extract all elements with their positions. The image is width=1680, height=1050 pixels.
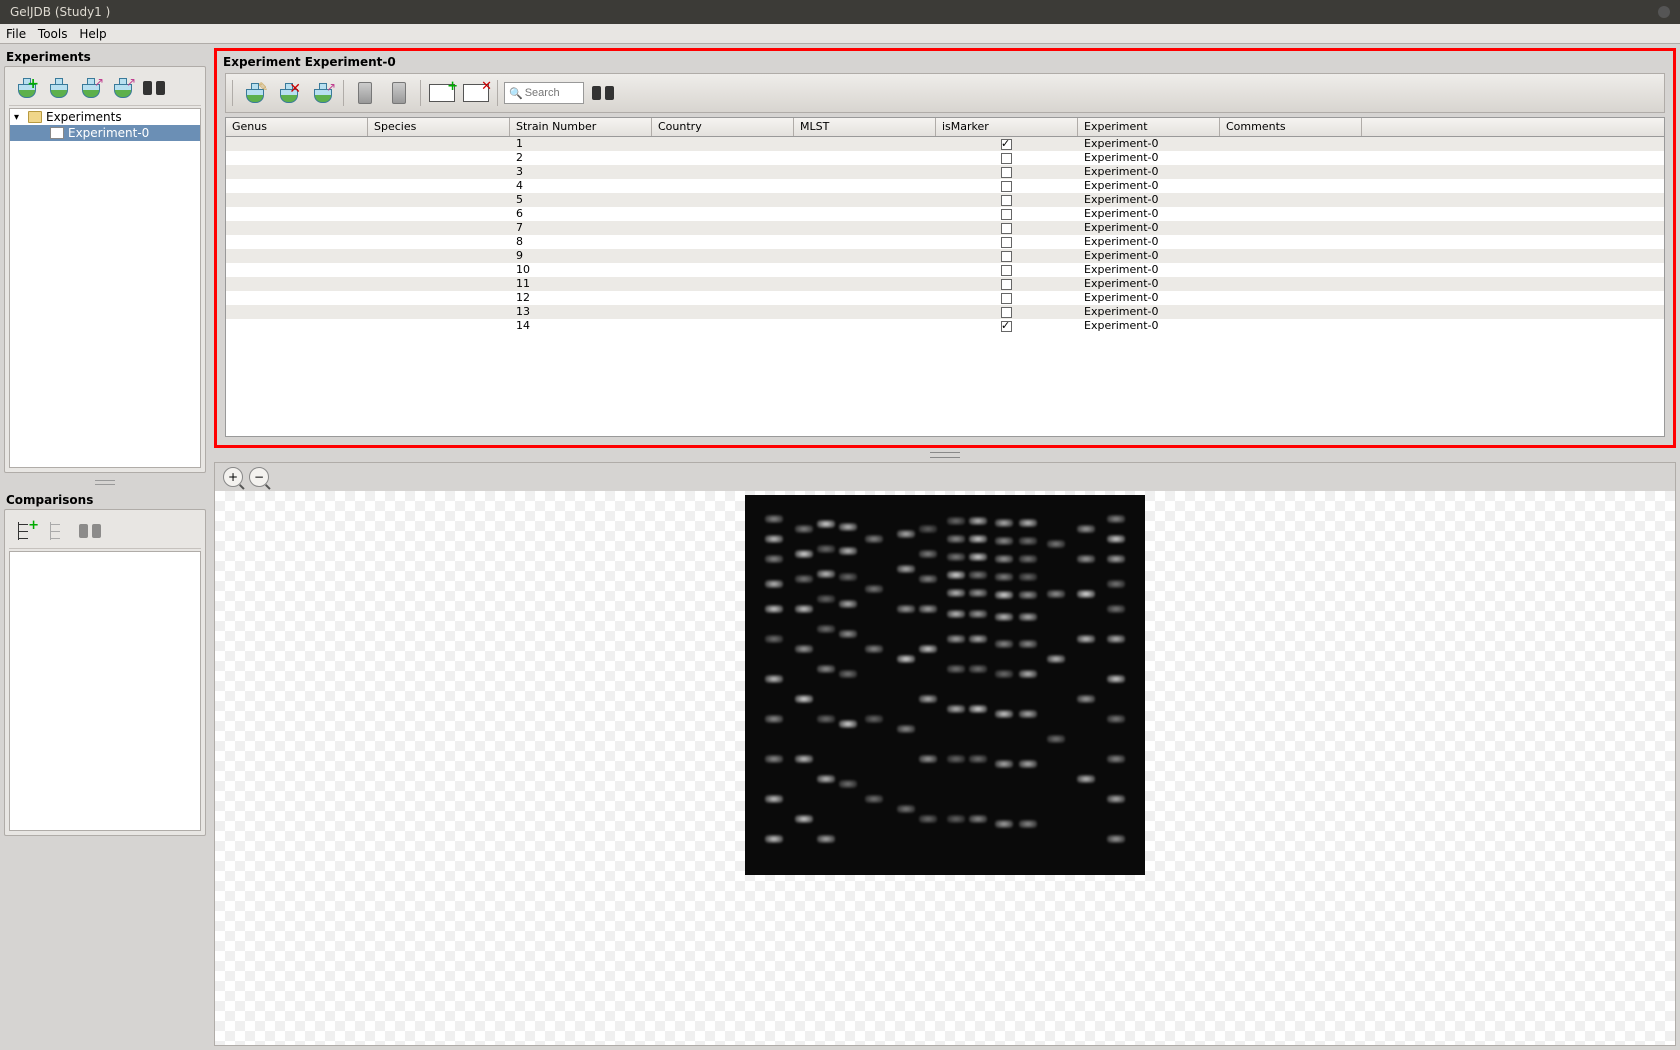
comparisons-panel-title: Comparisons [4, 491, 206, 509]
window-titlebar: GelJDB (Study1 ) [0, 0, 1680, 24]
menu-tools[interactable]: Tools [38, 27, 68, 41]
comparisons-toolbar: + [9, 514, 201, 549]
table-row[interactable]: 10Experiment-0 [226, 263, 1664, 277]
col-species[interactable]: Species [368, 118, 510, 136]
lane-properties-button[interactable]: ↗ [307, 78, 337, 108]
zoom-in-button[interactable]: + [223, 467, 243, 487]
edit-experiment-button[interactable]: ↗ [75, 73, 105, 103]
tree-caret-icon[interactable]: ▾ [14, 112, 24, 123]
binoculars-icon [143, 79, 165, 97]
table-header: Genus Species Strain Number Country MLST… [226, 118, 1664, 137]
column-button-1[interactable] [350, 78, 380, 108]
ismarker-checkbox[interactable] [1001, 321, 1012, 332]
menubar: File Tools Help [0, 24, 1680, 44]
table-row[interactable]: 1Experiment-0 [226, 137, 1664, 151]
new-comparison-button[interactable]: + [11, 516, 41, 546]
col-mlst[interactable]: MLST [794, 118, 936, 136]
table-row[interactable]: 3Experiment-0 [226, 165, 1664, 179]
lanes-table: Genus Species Strain Number Country MLST… [225, 117, 1665, 437]
menu-file[interactable]: File [6, 27, 26, 41]
table-row[interactable]: 2Experiment-0 [226, 151, 1664, 165]
zoom-out-button[interactable]: − [249, 467, 269, 487]
experiments-tree[interactable]: ▾ Experiments Experiment-0 [9, 108, 201, 468]
gel-image-panel: + − [214, 462, 1676, 1046]
col-experiment[interactable]: Experiment [1078, 118, 1220, 136]
gel-image-toolbar: + − [215, 463, 1675, 491]
ismarker-checkbox[interactable] [1001, 265, 1012, 276]
delete-lane-button[interactable]: ✕ [273, 78, 303, 108]
add-folder-button[interactable]: + [427, 78, 457, 108]
new-experiment-button[interactable]: + [11, 73, 41, 103]
ismarker-checkbox[interactable] [1001, 139, 1012, 150]
ismarker-checkbox[interactable] [1001, 153, 1012, 164]
tree-item-label: Experiment-0 [68, 126, 149, 140]
remove-folder-button[interactable]: ✕ [461, 78, 491, 108]
menu-help[interactable]: Help [79, 27, 106, 41]
ismarker-checkbox[interactable] [1001, 195, 1012, 206]
table-row[interactable]: 6Experiment-0 [226, 207, 1664, 221]
search-icon: 🔍 [509, 87, 523, 100]
gel-image-viewport[interactable] [215, 491, 1675, 1045]
experiment-detail-title: Experiment Experiment-0 [219, 53, 1671, 71]
ismarker-checkbox[interactable] [1001, 167, 1012, 178]
edit-lane-button[interactable]: ✎ [239, 78, 269, 108]
table-body[interactable]: 1Experiment-02Experiment-03Experiment-04… [226, 137, 1664, 436]
open-experiment-button[interactable] [43, 73, 73, 103]
table-row[interactable]: 9Experiment-0 [226, 249, 1664, 263]
table-row[interactable]: 8Experiment-0 [226, 235, 1664, 249]
tree-item-experiment-0[interactable]: Experiment-0 [10, 125, 200, 141]
window-title: GelJDB (Study1 ) [10, 0, 110, 24]
ismarker-checkbox[interactable] [1001, 237, 1012, 248]
ismarker-checkbox[interactable] [1001, 223, 1012, 234]
column-button-2[interactable] [384, 78, 414, 108]
table-row[interactable]: 7Experiment-0 [226, 221, 1664, 235]
ismarker-checkbox[interactable] [1001, 209, 1012, 220]
find-experiment-button[interactable] [139, 73, 169, 103]
comparisons-panel: Comparisons + [4, 491, 206, 836]
binoculars-icon [79, 522, 101, 540]
col-genus[interactable]: Genus [226, 118, 368, 136]
table-row[interactable]: 5Experiment-0 [226, 193, 1664, 207]
col-comments[interactable]: Comments [1220, 118, 1362, 136]
folder-icon [28, 111, 42, 123]
window-close-icon[interactable] [1658, 6, 1670, 18]
ismarker-checkbox[interactable] [1001, 251, 1012, 262]
table-row[interactable]: 11Experiment-0 [226, 277, 1664, 291]
tree-root-label: Experiments [46, 110, 122, 124]
experiments-panel-title: Experiments [4, 48, 206, 66]
col-country[interactable]: Country [652, 118, 794, 136]
search-field[interactable]: 🔍 [504, 82, 584, 104]
table-row[interactable]: 13Experiment-0 [226, 305, 1664, 319]
col-strain[interactable]: Strain Number [510, 118, 652, 136]
table-row[interactable]: 14Experiment-0 [226, 319, 1664, 333]
ismarker-checkbox[interactable] [1001, 279, 1012, 290]
ismarker-checkbox[interactable] [1001, 181, 1012, 192]
table-row[interactable]: 4Experiment-0 [226, 179, 1664, 193]
table-row[interactable]: 12Experiment-0 [226, 291, 1664, 305]
open-comparison-button[interactable] [43, 516, 73, 546]
right-splitter[interactable] [214, 452, 1676, 458]
left-splitter[interactable] [4, 479, 206, 485]
gel-image [745, 495, 1145, 875]
ismarker-checkbox[interactable] [1001, 307, 1012, 318]
export-experiment-button[interactable]: ↗ [107, 73, 137, 103]
document-icon [50, 127, 64, 139]
find-comparison-button[interactable] [75, 516, 105, 546]
ismarker-checkbox[interactable] [1001, 293, 1012, 304]
experiment-toolbar: ✎ ✕ ↗ + ✕ 🔍 [225, 73, 1665, 113]
tree-root-experiments[interactable]: ▾ Experiments [10, 109, 200, 125]
search-input[interactable] [525, 87, 577, 99]
search-button[interactable] [588, 78, 618, 108]
comparisons-tree[interactable] [9, 551, 201, 831]
experiments-toolbar: + ↗ ↗ [9, 71, 201, 106]
binoculars-icon [592, 84, 614, 102]
col-ismarker[interactable]: isMarker [936, 118, 1078, 136]
experiments-panel: Experiments + ↗ ↗ ▾ Experiments [4, 48, 206, 473]
experiment-detail-panel: Experiment Experiment-0 ✎ ✕ ↗ + ✕ 🔍 [214, 48, 1676, 448]
